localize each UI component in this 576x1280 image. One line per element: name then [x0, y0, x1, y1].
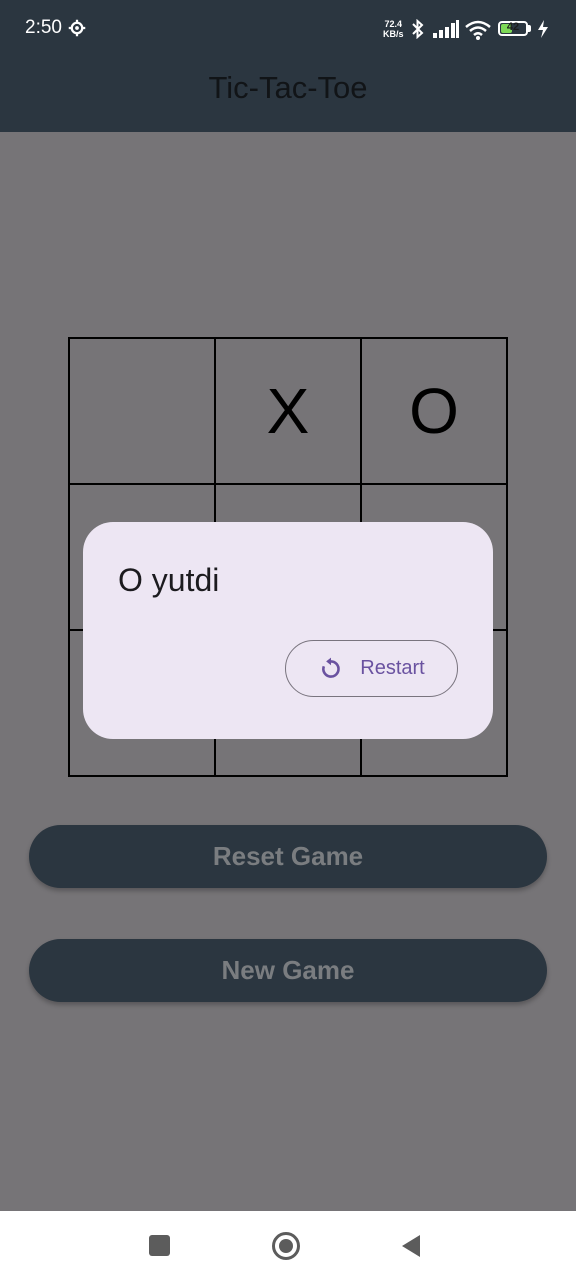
signal-icon: [433, 20, 459, 38]
dialog-message: O yutdi: [118, 562, 220, 598]
battery-icon: 42: [498, 21, 528, 36]
app-title: Tic-Tac-Toe: [208, 70, 368, 105]
back-icon[interactable]: [400, 1233, 422, 1259]
board-cell-2[interactable]: X: [215, 338, 361, 484]
wifi-icon: [465, 20, 491, 40]
home-icon[interactable]: [271, 1231, 301, 1261]
restart-label: Restart: [360, 657, 425, 679]
board-cell-1[interactable]: [69, 338, 215, 484]
navigation-bar: [0, 1211, 576, 1280]
gear-icon: [68, 19, 86, 37]
board-cell-3[interactable]: O: [361, 338, 507, 484]
status-time: 2:50: [25, 17, 62, 38]
charging-icon: [538, 20, 548, 38]
bluetooth-icon: [412, 19, 424, 39]
status-bar: 2:50 72.4 KB/s 42: [0, 0, 576, 60]
new-game-button[interactable]: New Game: [29, 939, 547, 1002]
battery-cap: [528, 25, 531, 32]
app-bar: Tic-Tac-Toe: [0, 60, 576, 132]
battery-level: 42: [506, 21, 520, 33]
recents-icon[interactable]: [149, 1235, 170, 1256]
restart-button[interactable]: Restart: [285, 640, 458, 697]
reset-game-button[interactable]: Reset Game: [29, 825, 547, 888]
network-speed: 72.4 KB/s: [383, 19, 404, 39]
result-dialog: O yutdi Restart: [83, 522, 493, 739]
restart-icon: [322, 657, 341, 678]
